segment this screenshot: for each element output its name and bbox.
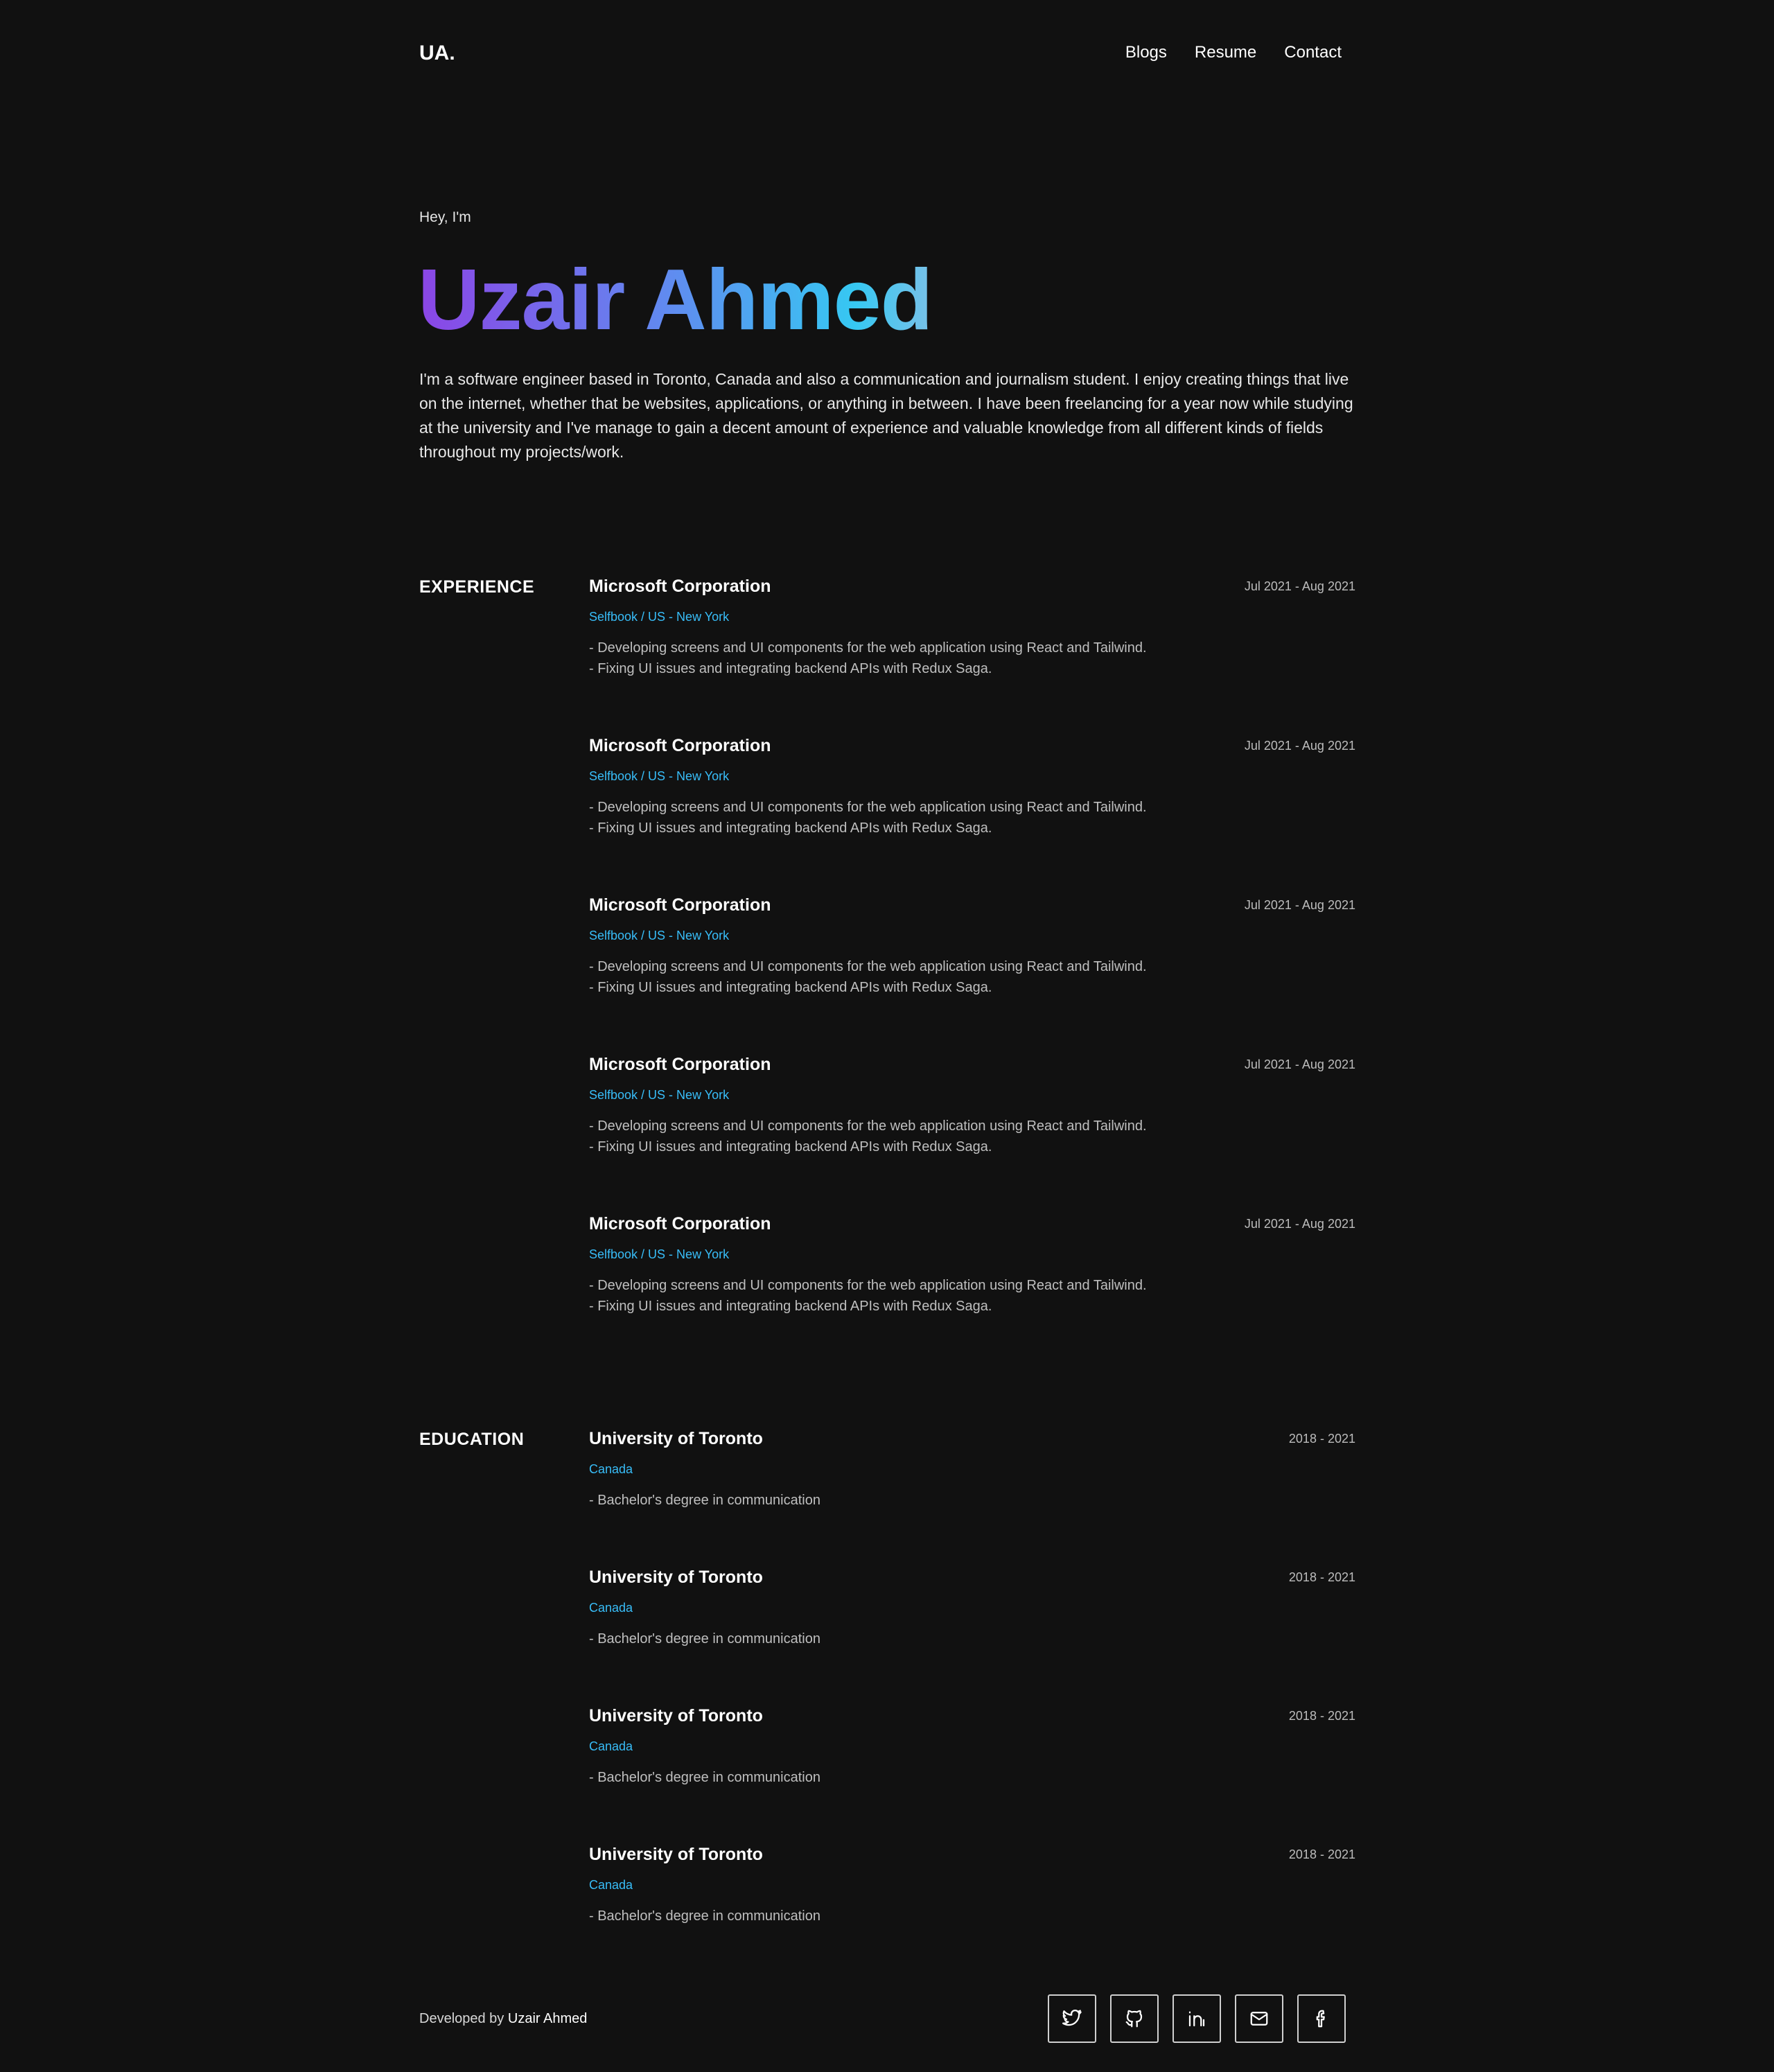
footer-credit: Developed by Uzair Ahmed <box>419 2011 587 2027</box>
experience-description: - Developing screens and UI components f… <box>589 1275 1147 1317</box>
experience-description: - Developing screens and UI components f… <box>589 797 1147 839</box>
hero-greeting: Hey, I'm <box>419 209 471 225</box>
experience-date: Jul 2021 - Aug 2021 <box>1244 1057 1355 1071</box>
experience-line: - Developing screens and UI components f… <box>589 800 1147 815</box>
education-line: - Bachelor's degree in communication <box>589 1908 820 1924</box>
education-line: - Bachelor's degree in communication <box>589 1770 820 1785</box>
education-school: University of Toronto <box>589 1845 763 1864</box>
experience-company: Microsoft Corporation <box>589 577 771 596</box>
linkedin-button[interactable] <box>1173 1994 1221 2043</box>
experience-location: Selfbook / US - New York <box>589 769 730 783</box>
experience-location: Selfbook / US - New York <box>589 1088 730 1102</box>
experience-line: - Fixing UI issues and integrating backe… <box>589 1299 992 1314</box>
experience-line: - Developing screens and UI components f… <box>589 1278 1147 1293</box>
education-location: Canada <box>589 1601 633 1615</box>
nav-link-blogs[interactable]: Blogs <box>1125 43 1167 62</box>
education-description: - Bachelor's degree in communication <box>589 1628 820 1649</box>
hero-bio: I'm a software engineer based in Toronto… <box>419 370 1353 461</box>
experience-line: - Fixing UI issues and integrating backe… <box>589 661 992 676</box>
experience-date: Jul 2021 - Aug 2021 <box>1244 739 1355 753</box>
education-school: University of Toronto <box>589 1706 763 1726</box>
twitter-button[interactable] <box>1048 1994 1096 2043</box>
facebook-icon <box>1316 2010 1325 2028</box>
education-description: - Bachelor's degree in communication <box>589 1906 820 1926</box>
experience-company: Microsoft Corporation <box>589 1214 771 1233</box>
education-description: - Bachelor's degree in communication <box>589 1767 820 1788</box>
education-line: - Bachelor's degree in communication <box>589 1493 820 1508</box>
education-school: University of Toronto <box>589 1429 763 1448</box>
github-icon <box>1125 2010 1143 2028</box>
experience-location: Selfbook / US - New York <box>589 929 730 942</box>
hero-name: Uzair Ahmed <box>418 248 933 352</box>
footer-author-name[interactable]: Uzair Ahmed <box>508 2011 588 2026</box>
education-location: Canada <box>589 1462 633 1476</box>
mail-button[interactable] <box>1235 1994 1283 2043</box>
experience-line: - Fixing UI issues and integrating backe… <box>589 1139 992 1154</box>
education-location: Canada <box>589 1878 633 1892</box>
nav-link-contact[interactable]: Contact <box>1284 43 1342 62</box>
education-heading: EDUCATION <box>419 1430 525 1449</box>
experience-line: - Fixing UI issues and integrating backe… <box>589 980 992 995</box>
footer-credit-prefix: Developed by <box>419 2011 504 2026</box>
site-header: UA. Blogs Resume Contact <box>419 37 1355 72</box>
education-date: 2018 - 2021 <box>1288 1709 1355 1723</box>
experience-heading: EXPERIENCE <box>419 577 535 597</box>
experience-line: - Developing screens and UI components f… <box>589 640 1147 656</box>
education-date: 2018 - 2021 <box>1288 1432 1355 1446</box>
education-school: University of Toronto <box>589 1568 763 1587</box>
social-links <box>1048 1994 1346 2043</box>
experience-location: Selfbook / US - New York <box>589 610 730 624</box>
experience-date: Jul 2021 - Aug 2021 <box>1244 898 1355 912</box>
experience-company: Microsoft Corporation <box>589 895 771 915</box>
experience-company: Microsoft Corporation <box>589 736 771 755</box>
experience-line: - Fixing UI issues and integrating backe… <box>589 820 992 836</box>
main-nav: Blogs Resume Contact <box>1125 43 1342 62</box>
education-location: Canada <box>589 1739 633 1753</box>
education-date: 2018 - 2021 <box>1288 1847 1355 1861</box>
nav-link-resume[interactable]: Resume <box>1195 43 1256 62</box>
facebook-button[interactable] <box>1297 1994 1346 2043</box>
experience-description: - Developing screens and UI components f… <box>589 638 1147 679</box>
github-button[interactable] <box>1110 1994 1159 2043</box>
experience-company: Microsoft Corporation <box>589 1055 771 1074</box>
experience-description: - Developing screens and UI components f… <box>589 1116 1147 1157</box>
twitter-icon <box>1062 2009 1082 2026</box>
education-date: 2018 - 2021 <box>1288 1570 1355 1584</box>
experience-location: Selfbook / US - New York <box>589 1247 730 1261</box>
experience-date: Jul 2021 - Aug 2021 <box>1244 579 1355 593</box>
experience-line: - Developing screens and UI components f… <box>589 959 1147 974</box>
education-line: - Bachelor's degree in communication <box>589 1631 820 1647</box>
site-logo[interactable]: UA. <box>419 42 455 65</box>
experience-date: Jul 2021 - Aug 2021 <box>1244 1217 1355 1231</box>
education-description: - Bachelor's degree in communication <box>589 1490 820 1511</box>
experience-line: - Developing screens and UI components f… <box>589 1118 1147 1134</box>
linkedin-icon <box>1188 2011 1205 2027</box>
experience-description: - Developing screens and UI components f… <box>589 956 1147 998</box>
mail-icon <box>1250 2012 1268 2026</box>
